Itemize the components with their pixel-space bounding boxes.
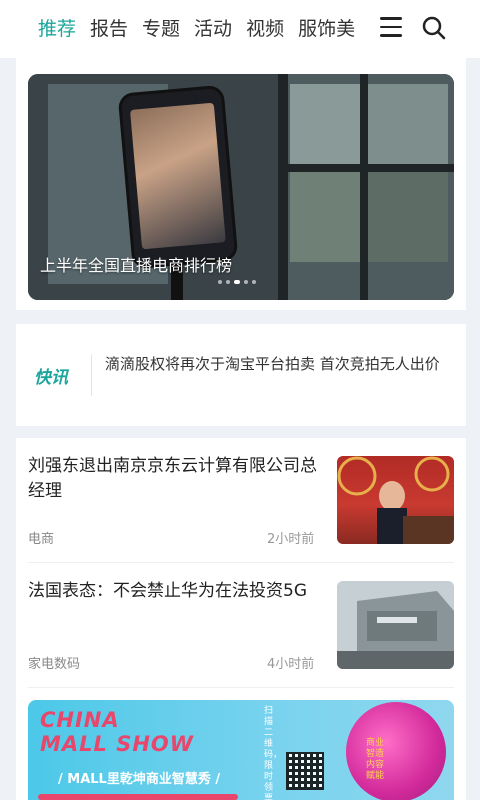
ad-title-line2: MALL SHOW [40,732,194,756]
divider [28,687,454,688]
tab-recommend[interactable]: 推荐 [38,14,76,44]
category-tabs: 推荐 报告 专题 活动 视频 服饰美 [38,14,364,44]
carousel-dot[interactable] [218,280,222,284]
tab-topics[interactable]: 专题 [142,14,180,44]
ad-brain-text: 商业智造内容赋能 [366,738,385,781]
ad-subtitle: / MALL里乾坤商业智慧秀 / [58,772,221,787]
carousel-dot[interactable] [252,280,256,284]
qr-code-icon [286,752,324,790]
news-title[interactable]: 法国表态：不会禁止华为在法投资5G [28,579,320,604]
news-time: 4小时前 [267,657,315,672]
news-thumbnail[interactable] [337,581,454,669]
flash-badge: 快讯 [34,368,68,388]
carousel-dot[interactable] [244,280,248,284]
search-icon[interactable] [421,15,447,41]
banner-title[interactable]: 上半年全国直播电商排行榜 [40,252,232,276]
news-title[interactable]: 刘强东退出南京京东云计算有限公司总经理 [28,454,320,504]
tab-videos[interactable]: 视频 [246,14,284,44]
news-list: 刘强东退出南京京东云计算有限公司总经理 电商 2小时前 法国表态：不会禁止华为在… [16,438,466,800]
carousel-dots [218,280,256,284]
divider [91,354,92,396]
news-time: 2小时前 [267,532,315,547]
news-item[interactable]: 法国表态：不会禁止华为在法投资5G 家电数码 4小时前 [28,563,454,675]
flash-news-card[interactable]: 快讯 滴滴股权将再次于淘宝平台拍卖 首次竞拍无人出价 [16,324,466,426]
tab-reports[interactable]: 报告 [90,14,128,44]
top-navigation: 推荐 报告 专题 活动 视频 服饰美 [0,0,480,58]
news-item[interactable]: 刘强东退出南京京东云计算有限公司总经理 电商 2小时前 [28,438,454,550]
menu-icon[interactable] [380,17,402,39]
tab-events[interactable]: 活动 [194,14,232,44]
carousel-dot-active[interactable] [234,280,240,284]
flash-news-text[interactable]: 滴滴股权将再次于淘宝平台拍卖 首次竞拍无人出价 [105,354,460,375]
carousel-dot[interactable] [226,280,230,284]
news-category[interactable]: 电商 [28,528,54,547]
tab-fashion[interactable]: 服饰美 [298,14,355,44]
ad-bottom-bar [38,794,238,800]
news-category[interactable]: 家电数码 [28,653,80,672]
ad-side-text: 扫描二维码，限时领票 [264,706,283,800]
banner-card: 上半年全国直播电商排行榜 [16,58,466,310]
ad-title-line1: CHINA [40,708,120,732]
banner-carousel[interactable]: 上半年全国直播电商排行榜 [28,74,454,300]
ad-banner[interactable]: CHINA MALL SHOW / MALL里乾坤商业智慧秀 / 扫描二维码，限… [28,700,454,800]
phone-image [120,87,236,267]
news-thumbnail[interactable] [337,456,454,544]
brain-graphic [346,702,446,800]
